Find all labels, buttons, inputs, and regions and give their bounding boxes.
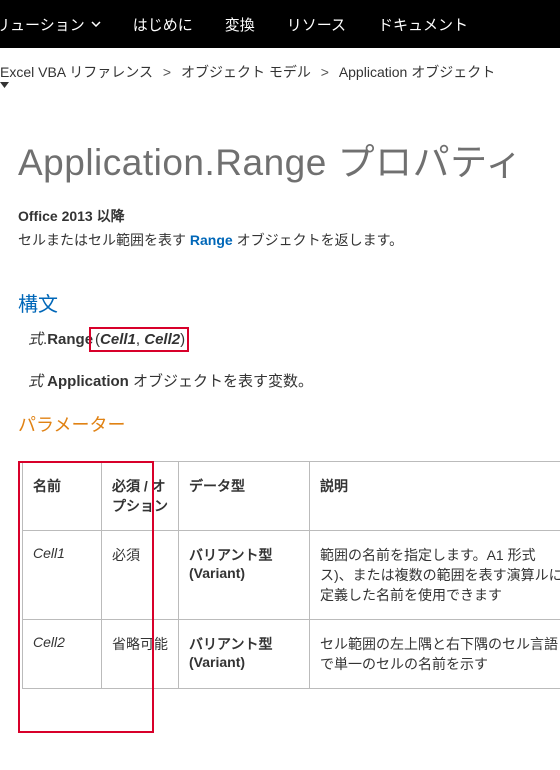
- expression-variable: 式 Application オブジェクトを表す変数。: [28, 370, 560, 391]
- param-type: バリアント型 (Variant): [179, 531, 310, 620]
- syntax-heading: 構文: [18, 288, 560, 317]
- page-title: Application.Range プロパティ: [18, 132, 560, 186]
- col-desc: 説明: [310, 462, 560, 531]
- nav-label: はじめに: [133, 14, 193, 35]
- table-header-row: 名前 必須 / オプション データ型 説明: [23, 462, 560, 531]
- param-type: バリアント型 (Variant): [179, 620, 310, 689]
- table-row: Cell2 省略可能 バリアント型 (Variant) セル範囲の左上隅と右下隅…: [23, 620, 560, 689]
- breadcrumb-item[interactable]: Application オブジェクト: [339, 64, 495, 80]
- highlight-box: (Cell1, Cell2): [89, 327, 189, 352]
- intro-text: セルまたはセル範囲を表す Range オブジェクトを返します。: [18, 230, 560, 250]
- parameters-table: 名前 必須 / オプション データ型 説明 Cell1 必須 バリアント型 (V…: [22, 461, 560, 689]
- nav-label: リューション: [0, 14, 85, 35]
- breadcrumb: Excel VBA リファレンス > オブジェクト モデル > Applicat…: [0, 48, 560, 98]
- col-name: 名前: [23, 462, 102, 531]
- col-required: 必須 / オプション: [102, 462, 179, 531]
- breadcrumb-separator: >: [163, 64, 171, 80]
- nav-item-transform[interactable]: 変換: [225, 14, 255, 35]
- nav-label: リソース: [287, 14, 346, 35]
- param-required: 必須: [102, 531, 179, 620]
- office-version: Office 2013 以降: [18, 206, 560, 226]
- param-desc: セル範囲の左上隅と右下隅のセル言語で単一のセルの名前を示す: [310, 620, 560, 689]
- table-row: Cell1 必須 バリアント型 (Variant) 範囲の名前を指定します。A1…: [23, 531, 560, 620]
- nav-label: 変換: [225, 14, 255, 35]
- dropdown-caret-icon[interactable]: [0, 82, 550, 88]
- param-desc: 範囲の名前を指定します。A1 形式ス)、または複数の範囲を表す演算ルに定義した名…: [310, 531, 560, 620]
- param-name: Cell1: [23, 531, 102, 620]
- syntax-expression: 式.Range(Cell1, Cell2): [28, 327, 560, 352]
- breadcrumb-item[interactable]: オブジェクト モデル: [181, 64, 311, 80]
- chevron-down-icon: [91, 21, 101, 27]
- param-required: 省略可能: [102, 620, 179, 689]
- nav-label: ドキュメント: [378, 14, 468, 35]
- nav-item-documents[interactable]: ドキュメント: [378, 14, 468, 35]
- parameters-heading: パラメーター: [18, 411, 560, 437]
- nav-item-resources[interactable]: リソース: [287, 14, 346, 35]
- nav-item-getting-started[interactable]: はじめに: [133, 14, 193, 35]
- range-link[interactable]: Range: [190, 232, 233, 248]
- param-name: Cell2: [23, 620, 102, 689]
- breadcrumb-item[interactable]: Excel VBA リファレンス: [0, 64, 153, 80]
- breadcrumb-separator: >: [321, 64, 329, 80]
- top-nav: リューション はじめに 変換 リソース ドキュメント: [0, 0, 560, 48]
- nav-item-solutions[interactable]: リューション: [0, 14, 101, 35]
- col-type: データ型: [179, 462, 310, 531]
